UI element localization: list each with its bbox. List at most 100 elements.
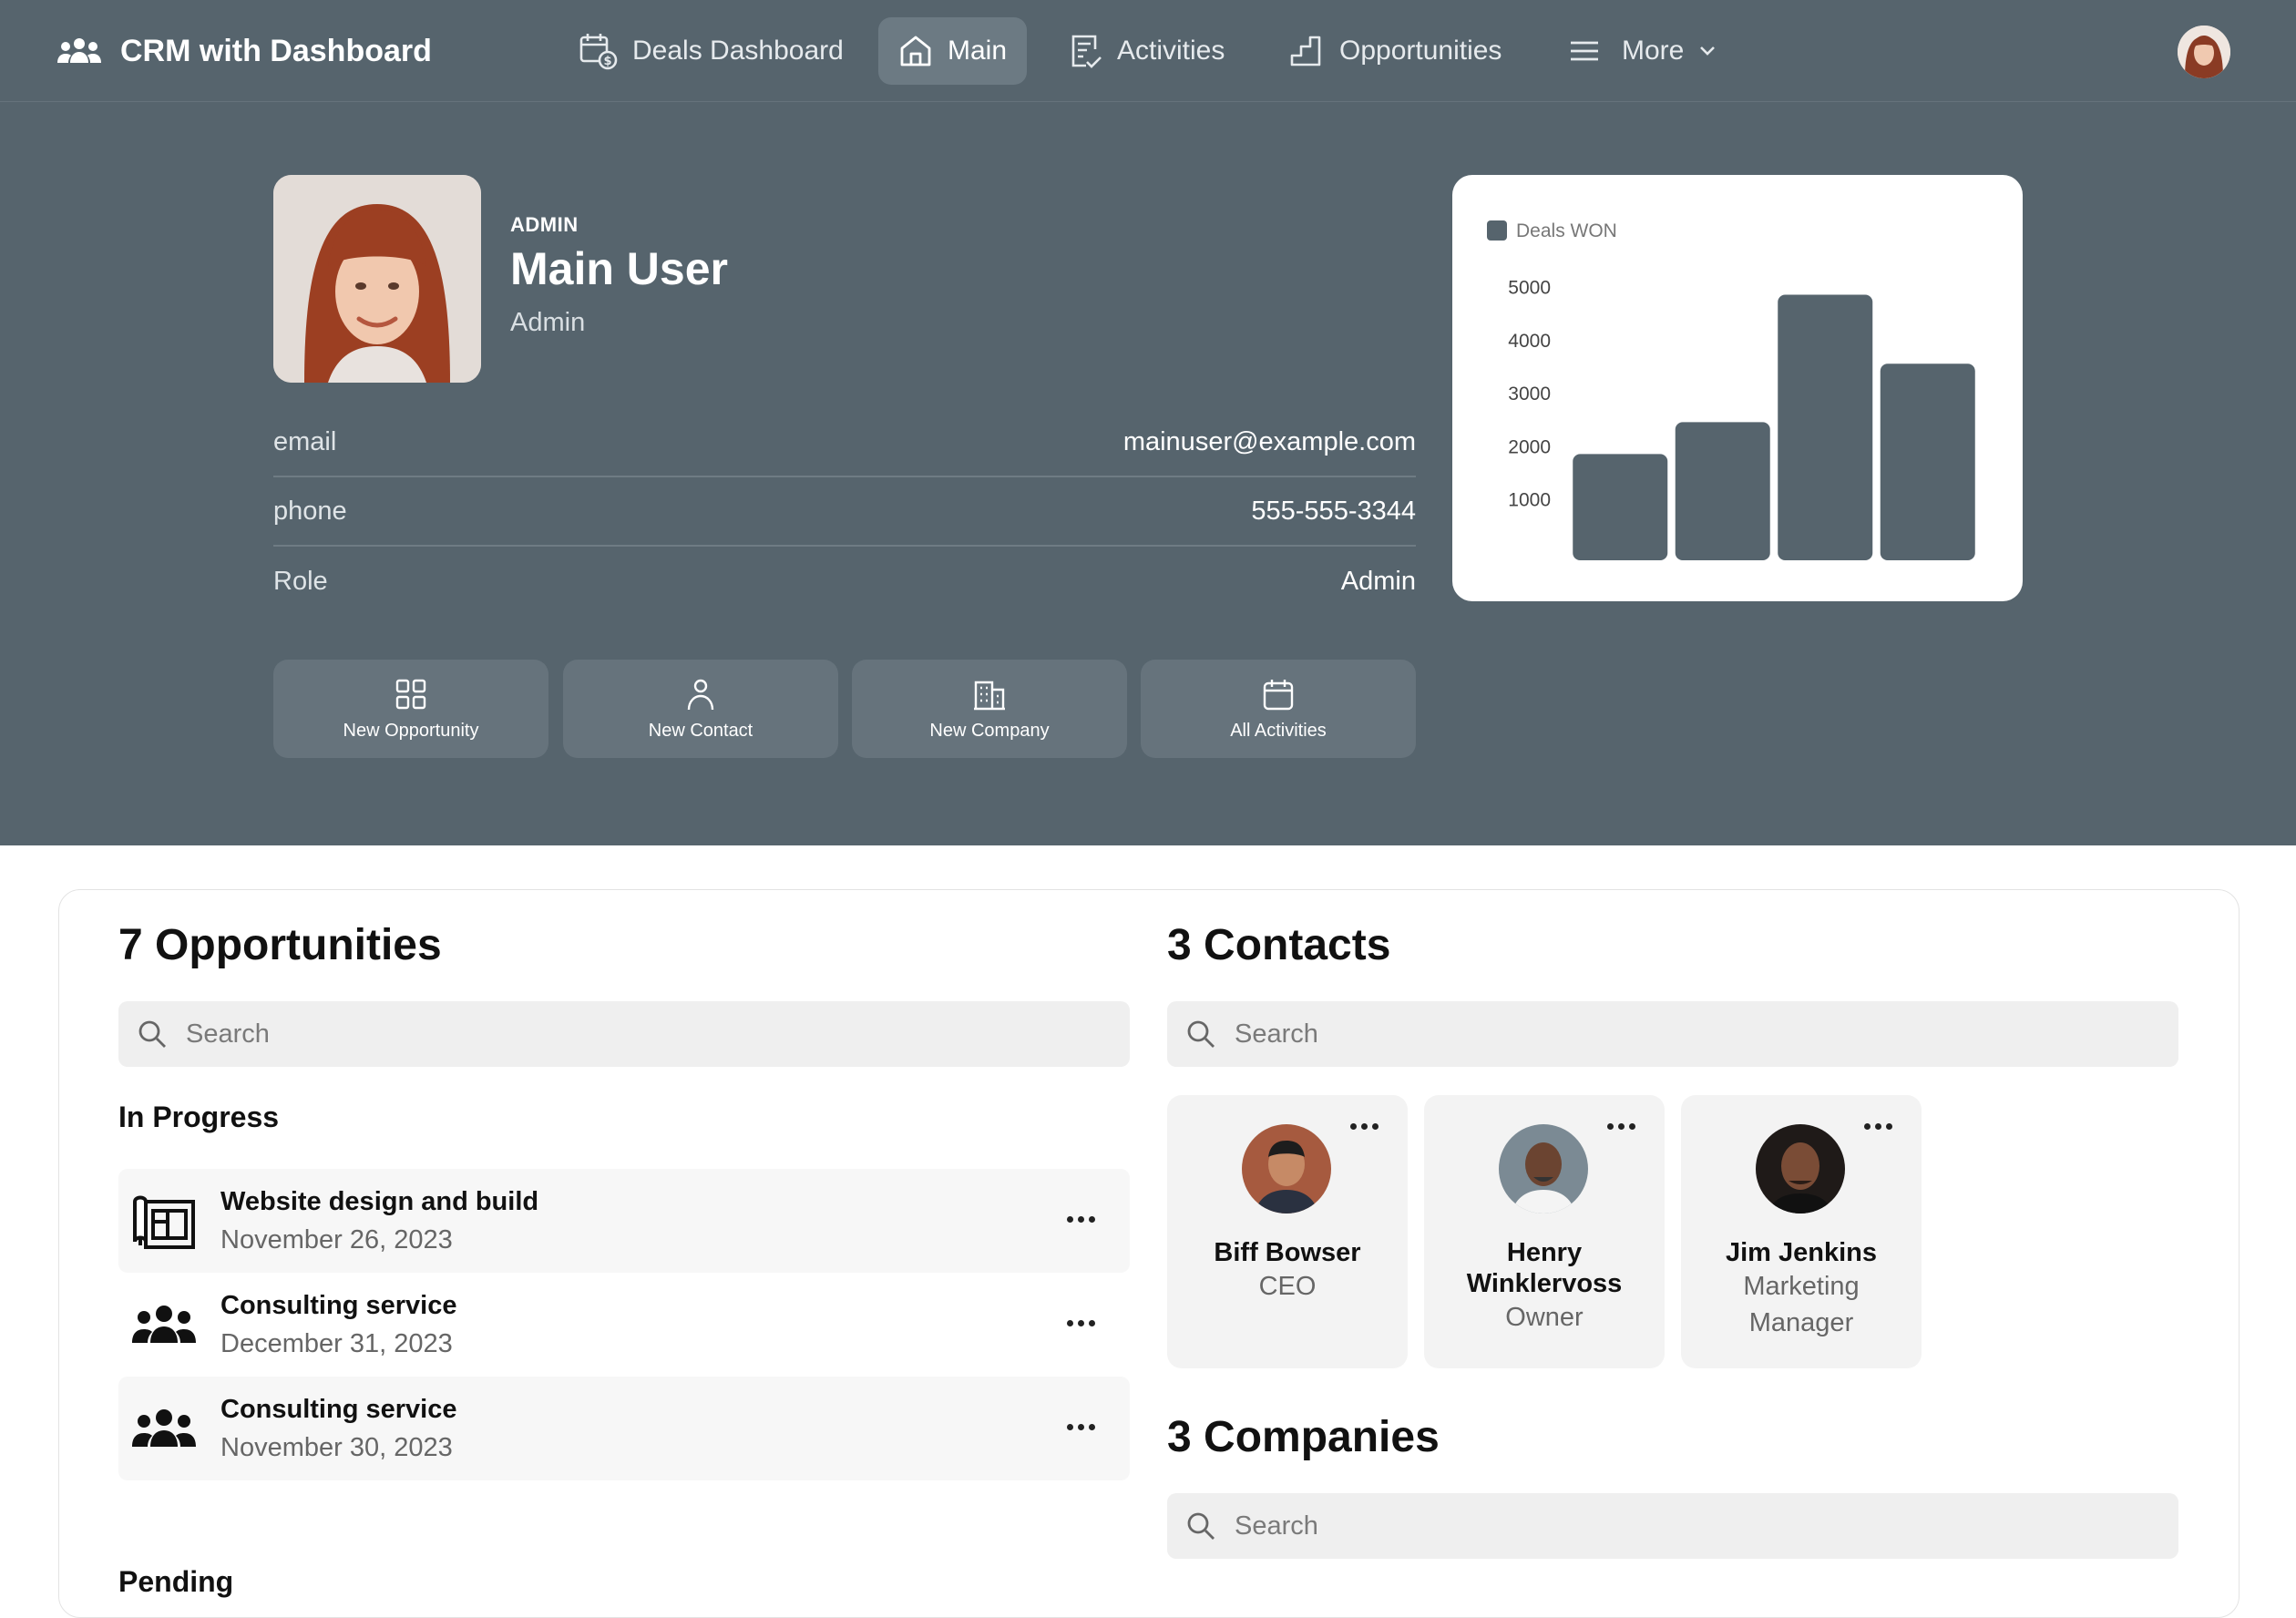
companies-search[interactable] (1167, 1493, 2178, 1559)
more-options-icon[interactable] (1861, 1117, 1894, 1135)
nav-label: Deals Dashboard (632, 36, 844, 66)
nav-main[interactable]: Main (878, 17, 1028, 85)
more-options-icon[interactable] (1604, 1117, 1637, 1135)
y-tick-label: 3000 (1508, 384, 1551, 404)
profile-email-row: email mainuser@example.com (273, 408, 1416, 477)
blueprint-icon (131, 1191, 197, 1251)
contacts-search[interactable] (1167, 1001, 2178, 1067)
opportunity-item[interactable]: Consulting service December 31, 2023 (118, 1273, 1130, 1377)
new-company-button[interactable]: New Company (852, 660, 1127, 758)
chart-bar[interactable] (1675, 422, 1770, 560)
profile-hero: ADMIN Main User Admin email mainuser@exa… (0, 102, 2296, 845)
contacts-search-input[interactable] (1233, 1018, 2056, 1050)
opportunity-date: November 30, 2023 (220, 1433, 453, 1462)
opportunity-title: Consulting service (220, 1291, 457, 1320)
button-label: New Opportunity (343, 720, 479, 741)
phone-value[interactable]: 555-555-3344 (1251, 497, 1416, 527)
y-tick-label: 1000 (1508, 490, 1551, 511)
group-label-in-progress: In Progress (118, 1101, 280, 1133)
profile-subtitle: Admin (510, 308, 586, 337)
search-icon (137, 1019, 168, 1050)
button-label: All Activities (1230, 720, 1327, 741)
stairs-icon (1288, 34, 1325, 68)
opportunity-item[interactable]: Consulting service November 30, 2023 (118, 1377, 1130, 1480)
nav-more[interactable]: More (1549, 17, 1737, 85)
nav-label: Opportunities (1339, 36, 1502, 66)
app-title: CRM with Dashboard (120, 33, 432, 68)
calendar-dollar-icon: $ (578, 31, 618, 71)
y-tick-label: 5000 (1508, 278, 1551, 299)
calendar-icon (1261, 677, 1296, 712)
nav-activities[interactable]: Activities (1048, 17, 1245, 85)
button-label: New Company (929, 720, 1050, 741)
contact-name: Biff Bowser (1214, 1238, 1361, 1267)
building-icon (972, 677, 1007, 712)
y-tick-label: 4000 (1508, 331, 1551, 352)
contact-name: Henry Winklervoss (1466, 1238, 1623, 1298)
deals-won-chart-card: Deals WON 1000 2000 3000 4000 5000 (1452, 175, 2023, 601)
legend-label: Deals WON (1516, 220, 1617, 241)
home-icon (898, 34, 933, 68)
group-label-pending: Pending (118, 1565, 234, 1598)
contact-name: Jim Jenkins (1725, 1238, 1878, 1267)
contact-role: Owner (1505, 1303, 1584, 1332)
search-icon (1185, 1019, 1216, 1050)
y-tick-label: 2000 (1508, 436, 1551, 457)
contact-avatar (1242, 1124, 1331, 1214)
deals-won-chart: Deals WON 1000 2000 3000 4000 5000 (1487, 220, 1975, 561)
people-group-icon (131, 1295, 197, 1355)
contact-avatar (1756, 1124, 1845, 1214)
top-navbar: CRM with Dashboard $ Deals Dashboard Mai… (0, 0, 2296, 102)
new-opportunity-button[interactable]: New Opportunity (273, 660, 548, 758)
chevron-down-icon (1698, 45, 1717, 57)
profile-photo (273, 175, 481, 383)
contact-role: CEO (1258, 1272, 1317, 1301)
search-icon (1185, 1510, 1216, 1541)
menu-icon (1569, 38, 1600, 64)
profile-phone-row: phone 555-555-3344 (273, 477, 1416, 547)
opportunity-title: Website design and build (220, 1187, 539, 1216)
field-label: email (273, 426, 337, 456)
contact-card[interactable]: Jim Jenkins Marketing Manager (1681, 1095, 1922, 1368)
nav-label: More (1622, 36, 1685, 66)
contact-role: Marketing Manager (1743, 1272, 1860, 1337)
person-icon (683, 677, 718, 712)
more-options-icon[interactable] (1062, 1205, 1099, 1233)
email-value[interactable]: mainuser@example.com (1123, 427, 1416, 457)
contact-card[interactable]: Henry Winklervoss Owner (1424, 1095, 1665, 1368)
opportunities-search-input[interactable] (184, 1018, 1008, 1050)
new-contact-button[interactable]: New Contact (563, 660, 838, 758)
all-activities-button[interactable]: All Activities (1141, 660, 1416, 758)
app-brand[interactable]: CRM with Dashboard (56, 27, 432, 75)
nav-opportunities[interactable]: Opportunities (1268, 17, 1522, 85)
field-label: Role (273, 566, 328, 596)
opportunity-title: Consulting service (220, 1395, 457, 1424)
more-options-icon[interactable] (1062, 1309, 1099, 1336)
grid-icon (394, 677, 428, 712)
role-value: Admin (1340, 566, 1416, 596)
user-avatar[interactable] (2178, 26, 2230, 78)
opportunity-date: November 26, 2023 (220, 1225, 453, 1254)
profile-role-row: Role Admin (273, 547, 1416, 616)
profile-role-caption: ADMIN (510, 213, 579, 236)
contact-avatar (1499, 1124, 1588, 1214)
chart-bar[interactable] (1880, 364, 1975, 560)
field-label: phone (273, 496, 347, 526)
nav-deals-dashboard[interactable]: $ Deals Dashboard (558, 17, 864, 85)
companies-search-input[interactable] (1233, 1510, 2056, 1542)
more-options-icon[interactable] (1348, 1117, 1380, 1135)
opportunities-search[interactable] (118, 1001, 1130, 1067)
button-label: New Contact (648, 720, 753, 741)
opportunity-item[interactable]: Website design and build November 26, 20… (118, 1169, 1130, 1273)
chart-bar[interactable] (1573, 454, 1668, 560)
contact-card[interactable]: Biff Bowser CEO (1167, 1095, 1408, 1368)
opportunities-title: 7 Opportunities (118, 921, 442, 969)
people-group-icon (131, 1398, 197, 1459)
svg-text:$: $ (603, 55, 611, 68)
nav-label: Activities (1117, 36, 1225, 66)
opportunity-date: December 31, 2023 (220, 1329, 453, 1358)
more-options-icon[interactable] (1062, 1413, 1099, 1440)
chart-bar[interactable] (1778, 294, 1873, 561)
people-group-icon (56, 37, 102, 65)
contacts-title: 3 Contacts (1167, 921, 1391, 969)
